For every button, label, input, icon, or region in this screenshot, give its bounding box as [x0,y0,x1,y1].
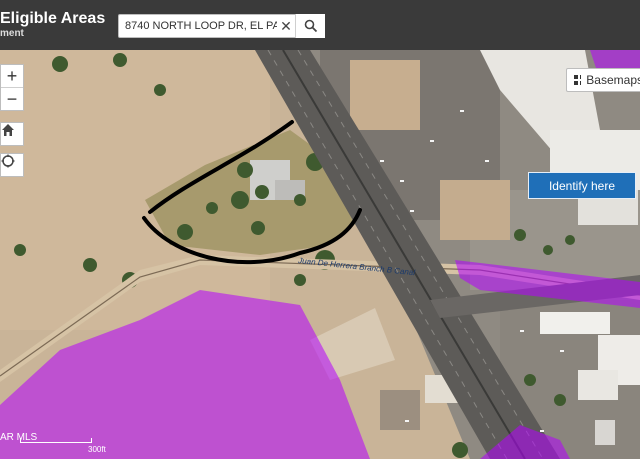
locate-icon [1,154,15,168]
app-title: Eligible Areas [0,10,106,27]
home-button[interactable] [0,122,24,146]
zoom-in-button[interactable]: + [1,65,23,87]
close-icon[interactable]: ✕ [279,18,293,34]
search-icon [304,19,317,33]
home-icon [2,124,14,136]
locate-button[interactable] [0,153,24,177]
basemaps-label: Basemaps [586,73,640,87]
header-bar: Eligible Areas ment ✕ [0,0,640,50]
building [578,370,618,400]
scale-bar [20,438,92,443]
identify-here-button[interactable]: Identify here [528,172,636,199]
building [380,390,420,430]
zoom-control: + − [0,64,24,111]
address-search-input[interactable] [119,15,295,37]
satellite-basemap: Juan De Herrera Branch B Canal [0,50,640,459]
search-button[interactable] [295,14,325,38]
grid-icon [574,75,582,85]
search-box: ✕ [118,14,325,38]
building [595,420,615,445]
map-view[interactable]: Juan De Herrera Branch B Canal + − Basem… [0,50,640,459]
scale-label: 300ft [88,445,106,454]
zoom-out-button[interactable]: − [1,88,23,110]
building [540,312,610,334]
app-subtitle: ment [0,28,24,39]
basemaps-button[interactable]: Basemaps [566,68,640,92]
